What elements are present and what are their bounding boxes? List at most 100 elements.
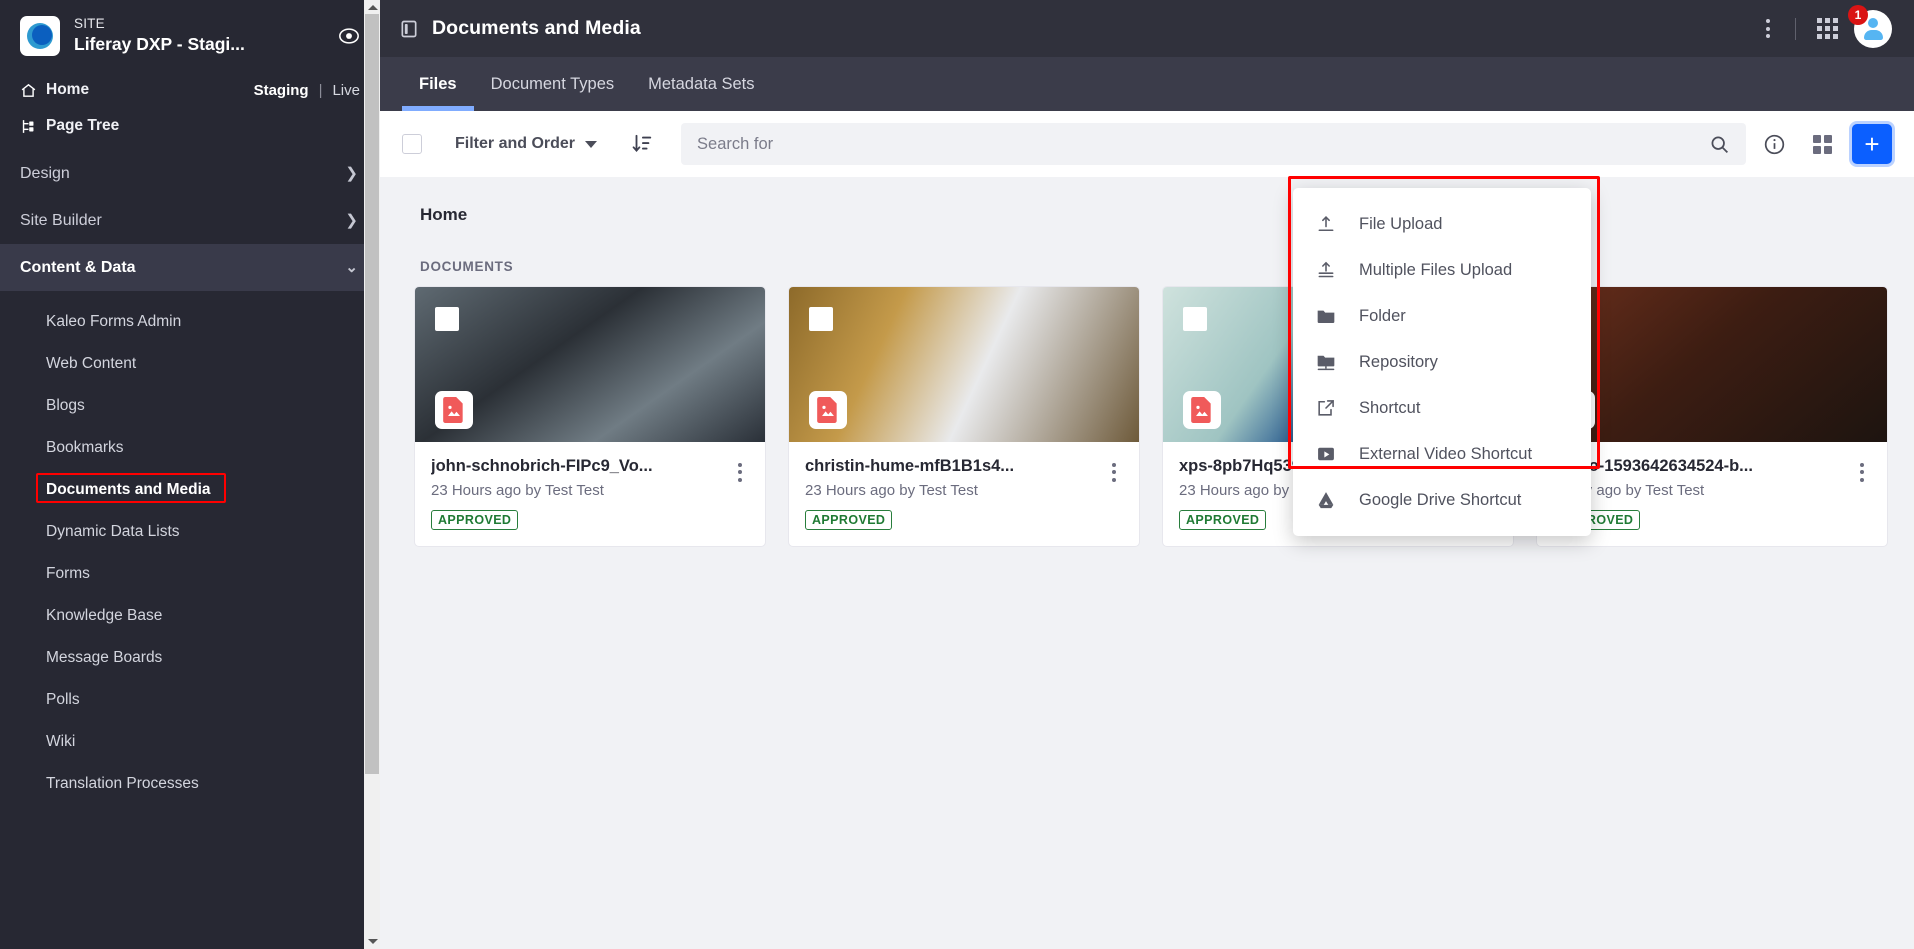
sidebar-item-wiki[interactable]: Wiki <box>0 721 380 763</box>
sidebar-scrollbar-thumb[interactable] <box>365 14 379 774</box>
sidebar-item-polls[interactable]: Polls <box>0 679 380 721</box>
filter-and-order-dropdown[interactable]: Filter and Order <box>455 135 598 153</box>
menu-item-external-video-shortcut[interactable]: External Video Shortcut <box>1293 431 1591 477</box>
chevron-down-icon: ⌄ <box>345 259 358 276</box>
management-toolbar: Filter and Order Search for + <box>380 111 1914 177</box>
page-tree-icon <box>20 118 46 135</box>
live-link[interactable]: Live <box>332 82 360 99</box>
sidebar-item-label: Translation Processes <box>46 775 199 792</box>
sidebar-scrollbar[interactable] <box>364 0 380 949</box>
notification-badge: 1 <box>1848 4 1868 25</box>
staging-separator: | <box>318 81 323 99</box>
sidebar-item-label: Blogs <box>46 397 85 414</box>
sidebar-section-design[interactable]: Design ❯ <box>0 150 380 197</box>
menu-item-label: Folder <box>1359 306 1406 325</box>
sidebar-item-knowledge-base[interactable]: Knowledge Base <box>0 595 380 637</box>
search-icon[interactable] <box>1702 127 1736 161</box>
kebab-vertical-icon[interactable] <box>1751 12 1785 46</box>
image-file-icon <box>1183 391 1221 429</box>
sidebar-item-bookmarks[interactable]: Bookmarks <box>0 427 380 469</box>
application-window: SITE Liferay DXP - Stagi... Home Staging… <box>0 0 1914 949</box>
cards-view-icon[interactable] <box>1802 124 1842 164</box>
kebab-vertical-icon[interactable] <box>1103 459 1125 485</box>
sidebar-section-site-builder[interactable]: Site Builder ❯ <box>0 197 380 244</box>
document-card[interactable]: christin-hume-mfB1B1s4... 23 Hours ago b… <box>788 286 1140 547</box>
sidebar-item-kaleo-forms-admin[interactable]: Kaleo Forms Admin <box>0 301 380 343</box>
menu-item-folder[interactable]: Folder <box>1293 293 1591 339</box>
menu-item-repository[interactable]: Repository <box>1293 339 1591 385</box>
sidebar-item-documents-and-media[interactable]: Documents and Media <box>0 469 380 511</box>
tab-bar: Files Document Types Metadata Sets <box>380 57 1914 111</box>
page-title: Documents and Media <box>432 17 641 39</box>
status-badge: APPROVED <box>805 509 893 530</box>
document-title: christin-hume-mfB1B1s4... <box>805 457 1015 475</box>
sidebar-item-label: Knowledge Base <box>46 607 163 624</box>
sidebar-section-content-data[interactable]: Content & Data ⌄ <box>0 244 380 291</box>
sidebar-quick-links: Home Staging | Live Page Tree <box>0 70 380 150</box>
sort-descending-icon[interactable] <box>627 129 657 159</box>
document-meta: 1 Day ago by Test Test <box>1553 481 1705 499</box>
documents-section-title: DOCUMENTS <box>420 259 514 274</box>
sidebar-item-page-tree[interactable]: Page Tree <box>20 108 360 144</box>
scroll-down-arrow-icon[interactable] <box>368 939 378 944</box>
tab-metadata-sets[interactable]: Metadata Sets <box>631 57 771 111</box>
sidebar-section-site-builder-label: Site Builder <box>20 211 102 229</box>
tab-files-label: Files <box>419 74 457 93</box>
chevron-right-icon: ❯ <box>345 212 358 229</box>
image-file-icon <box>809 391 847 429</box>
menu-item-label: Shortcut <box>1359 398 1421 417</box>
menu-item-label: Multiple Files Upload <box>1359 260 1513 279</box>
sidebar-item-blogs[interactable]: Blogs <box>0 385 380 427</box>
filter-and-order-label: Filter and Order <box>455 135 576 152</box>
sidebar-section-design-label: Design <box>20 164 70 182</box>
info-circle-icon[interactable] <box>1754 124 1794 164</box>
kebab-vertical-icon[interactable] <box>729 459 751 485</box>
menu-item-shortcut[interactable]: Shortcut <box>1293 385 1591 431</box>
scroll-up-arrow-icon[interactable] <box>368 5 378 10</box>
search-input[interactable] <box>697 134 1702 154</box>
add-dropdown-menu: File Upload Multiple Files Upload Folder <box>1293 188 1591 536</box>
sidebar-item-dynamic-data-lists[interactable]: Dynamic Data Lists <box>0 511 380 553</box>
site-header: SITE Liferay DXP - Stagi... <box>0 0 380 70</box>
sidebar-item-home[interactable]: Home Staging | Live <box>20 72 360 108</box>
card-select-checkbox[interactable] <box>435 307 459 331</box>
topbar-divider <box>1795 17 1796 40</box>
app-topbar: Documents and Media 1 <box>380 0 1914 57</box>
document-card-grid: john-schnobrich-FIPc9_Vo... 23 Hours ago… <box>402 286 1892 547</box>
kebab-vertical-icon[interactable] <box>1851 459 1873 485</box>
document-card[interactable]: john-schnobrich-FIPc9_Vo... 23 Hours ago… <box>414 286 766 547</box>
chevron-down-icon <box>585 140 598 148</box>
tab-files[interactable]: Files <box>402 57 474 111</box>
staging-link[interactable]: Staging <box>254 82 309 99</box>
menu-item-label: Google Drive Shortcut <box>1359 490 1522 509</box>
document-card-body: john-schnobrich-FIPc9_Vo... 23 Hours ago… <box>415 442 765 546</box>
sidebar-item-label: Message Boards <box>46 649 163 666</box>
document-meta: 23 Hours ago by Test Test <box>805 481 978 499</box>
avatar[interactable]: 1 <box>1848 4 1892 48</box>
card-select-checkbox[interactable] <box>809 307 833 331</box>
sidebar-item-label: Polls <box>46 691 80 708</box>
breadcrumb[interactable]: Home <box>402 177 1892 225</box>
add-button[interactable]: + <box>1852 124 1892 164</box>
menu-item-google-drive-shortcut[interactable]: Google Drive Shortcut <box>1293 477 1591 523</box>
card-select-checkbox[interactable] <box>1183 307 1207 331</box>
search-box[interactable] <box>681 123 1746 165</box>
compass-icon[interactable] <box>334 21 364 51</box>
sidebar-item-label: Kaleo Forms Admin <box>46 313 182 330</box>
tab-document-types[interactable]: Document Types <box>474 57 632 111</box>
sidebar-item-message-boards[interactable]: Message Boards <box>0 637 380 679</box>
select-all-checkbox[interactable] <box>402 134 422 154</box>
site-label: SITE <box>74 16 105 32</box>
menu-item-multiple-files-upload[interactable]: Multiple Files Upload <box>1293 247 1591 293</box>
staging-live-switch: Staging | Live <box>254 82 360 99</box>
sidebar-item-web-content[interactable]: Web Content <box>0 343 380 385</box>
app-grid-icon[interactable] <box>1810 12 1844 46</box>
sidebar-item-forms[interactable]: Forms <box>0 553 380 595</box>
sidebar-item-page-tree-label: Page Tree <box>46 117 120 134</box>
menu-item-label: File Upload <box>1359 214 1443 233</box>
sidebar-item-translation-processes[interactable]: Translation Processes <box>0 763 380 805</box>
menu-item-file-upload[interactable]: File Upload <box>1293 201 1591 247</box>
sidebar-item-label: Bookmarks <box>46 439 124 456</box>
content-area: Home DOCUMENTS john-schnobrich-FIPc9_Vo.… <box>380 177 1914 547</box>
status-badge: APPROVED <box>431 509 519 530</box>
